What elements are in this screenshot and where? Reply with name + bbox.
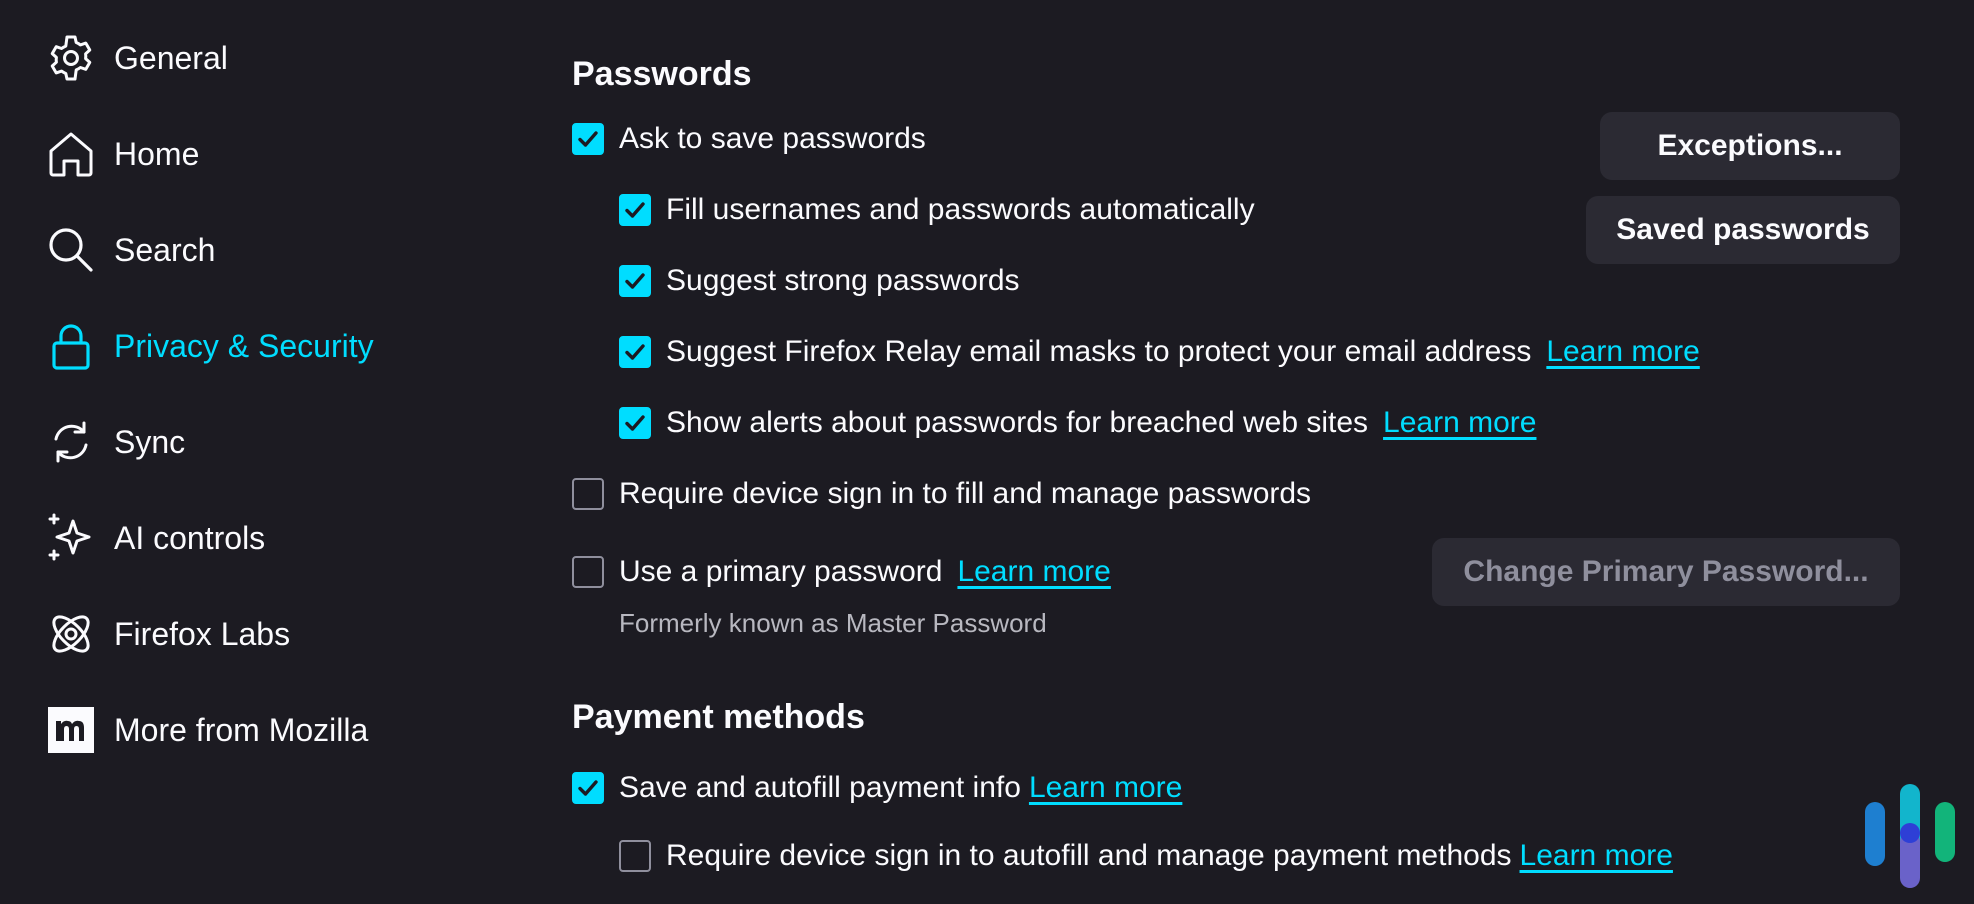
checkmark-icon bbox=[578, 131, 598, 147]
fill-automatically-checkbox[interactable] bbox=[619, 194, 651, 226]
save-autofill-payment-checkbox[interactable] bbox=[572, 772, 604, 804]
firefox-relay-row: Suggest Firefox Relay email masks to pro… bbox=[619, 332, 1700, 372]
main-content: Passwords Ask to save passwords Fill use… bbox=[0, 0, 1974, 904]
primary-password-helper-text: Formerly known as Master Password bbox=[619, 608, 1047, 638]
learn-more-link[interactable]: Learn more bbox=[1383, 406, 1536, 440]
breach-alerts-row: Show alerts about passwords for breached… bbox=[619, 403, 1536, 443]
learn-more-link[interactable]: Learn more bbox=[1029, 771, 1182, 805]
fill-automatically-row: Fill usernames and passwords automatical… bbox=[619, 190, 1255, 230]
suggest-strong-passwords-label: Suggest strong passwords bbox=[666, 264, 1020, 297]
exceptions-button[interactable]: Exceptions... bbox=[1600, 112, 1900, 180]
save-autofill-payment-row: Save and autofill payment info Learn mor… bbox=[572, 768, 1182, 808]
checkmark-icon bbox=[625, 344, 645, 360]
firefox-relay-checkbox[interactable] bbox=[619, 336, 651, 368]
payment-require-signin-label: Require device sign in to autofill and m… bbox=[666, 839, 1512, 872]
require-device-signin-label: Require device sign in to fill and manag… bbox=[619, 477, 1312, 510]
watermark-logo bbox=[1860, 780, 1960, 890]
passwords-heading: Passwords bbox=[572, 55, 752, 93]
require-device-signin-checkbox[interactable] bbox=[572, 478, 604, 510]
ask-to-save-passwords-label: Ask to save passwords bbox=[619, 122, 926, 155]
suggest-strong-passwords-checkbox[interactable] bbox=[619, 265, 651, 297]
payment-require-signin-row: Require device sign in to autofill and m… bbox=[619, 836, 1673, 876]
checkmark-icon bbox=[625, 202, 645, 218]
primary-password-label: Use a primary password bbox=[619, 555, 943, 588]
breach-alerts-checkbox[interactable] bbox=[619, 407, 651, 439]
suggest-strong-passwords-row: Suggest strong passwords bbox=[619, 261, 1020, 301]
primary-password-checkbox[interactable] bbox=[572, 556, 604, 588]
firefox-relay-label: Suggest Firefox Relay email masks to pro… bbox=[666, 335, 1532, 368]
require-device-signin-row: Require device sign in to fill and manag… bbox=[572, 474, 1311, 514]
saved-passwords-button[interactable]: Saved passwords bbox=[1586, 196, 1900, 264]
change-primary-password-button[interactable]: Change Primary Password... bbox=[1432, 538, 1900, 606]
primary-password-row: Use a primary password Learn more bbox=[572, 552, 1111, 592]
fill-automatically-label: Fill usernames and passwords automatical… bbox=[666, 193, 1255, 226]
learn-more-link[interactable]: Learn more bbox=[957, 555, 1110, 589]
ask-to-save-passwords-checkbox[interactable] bbox=[572, 123, 604, 155]
checkmark-icon bbox=[578, 780, 598, 796]
payment-require-signin-checkbox[interactable] bbox=[619, 840, 651, 872]
payment-methods-heading: Payment methods bbox=[572, 698, 865, 736]
learn-more-link[interactable]: Learn more bbox=[1520, 839, 1673, 873]
checkmark-icon bbox=[625, 273, 645, 289]
breach-alerts-label: Show alerts about passwords for breached… bbox=[666, 406, 1369, 439]
learn-more-link[interactable]: Learn more bbox=[1546, 335, 1699, 369]
ask-to-save-passwords-row: Ask to save passwords bbox=[572, 119, 926, 159]
save-autofill-payment-label: Save and autofill payment info bbox=[619, 771, 1021, 804]
checkmark-icon bbox=[625, 415, 645, 431]
